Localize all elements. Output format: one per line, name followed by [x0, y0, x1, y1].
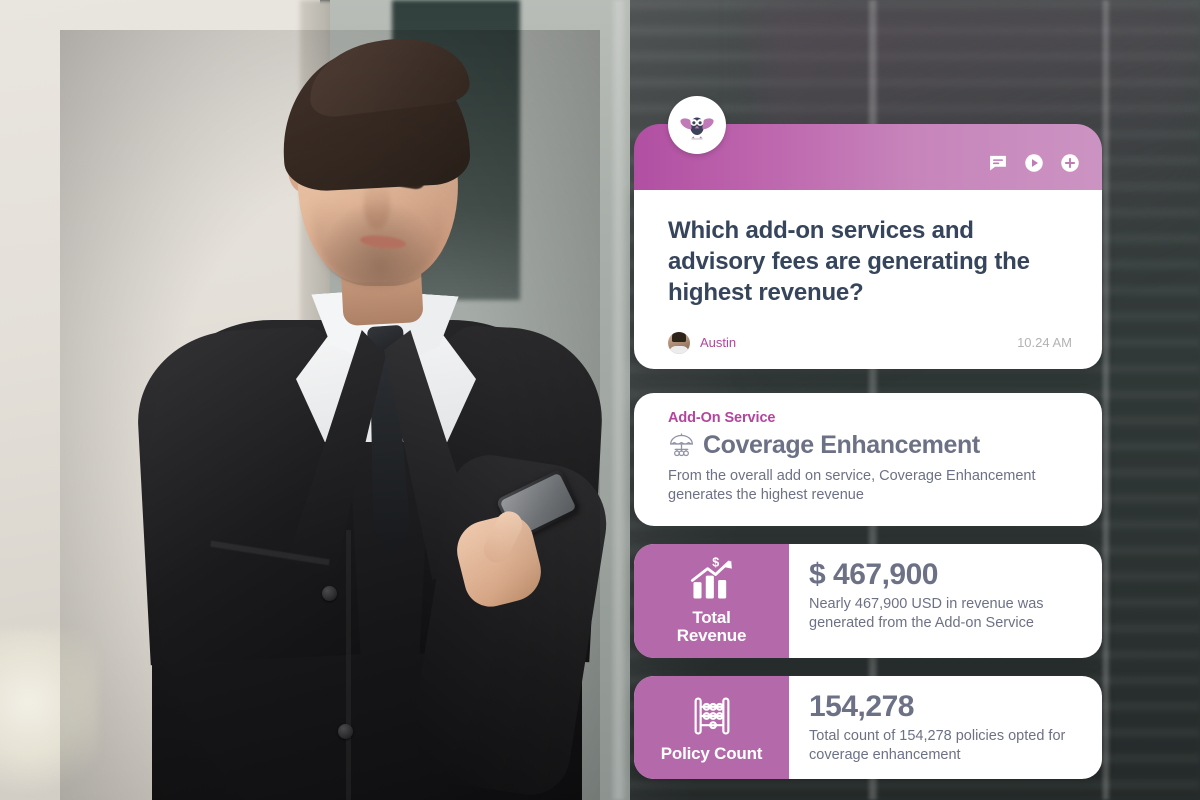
window-mullion — [1102, 0, 1110, 800]
question-user-name: Austin — [700, 335, 737, 351]
abacus-icon — [685, 692, 739, 740]
owl-mascot-icon — [668, 96, 726, 154]
stat-value-total-revenue: $ 467,900 — [809, 557, 938, 591]
nose — [364, 182, 390, 230]
stat-side-policy-count: Policy Count — [634, 676, 789, 780]
question-card: Which add-on services and advisory fees … — [634, 189, 1102, 369]
question-timestamp: 10.24 AM — [1017, 335, 1072, 351]
insight-category-label: Add-On Service — [668, 409, 776, 426]
panel-header — [634, 96, 1102, 190]
stat-value-policy-count: 154,278 — [809, 690, 914, 724]
insight-panel: Which add-on services and advisory fees … — [634, 96, 1102, 780]
stat-card-total-revenue: $ Total Revenue $ 467,900 Nearly 467,900 … — [634, 543, 1102, 659]
stat-side-label-total-revenue: Total Revenue — [676, 607, 747, 646]
stat-body-total-revenue: $ 467,900 Nearly 467,900 USD in revenue … — [789, 544, 1102, 658]
bar-chart-growth-dollar-icon: $ — [685, 556, 739, 604]
stat-side-label-policy-count: Policy Count — [660, 743, 763, 763]
stat-body-policy-count: 154,278 Total count of 154,278 policies … — [789, 676, 1102, 779]
umbrella-coverage-icon — [668, 432, 695, 459]
window-mullion — [612, 0, 626, 800]
suit-button — [338, 724, 353, 739]
insight-description: From the overall add on service, Coverag… — [668, 467, 1036, 504]
suit-placket — [346, 530, 351, 800]
insight-title-row: Coverage Enhancement — [668, 431, 1072, 460]
stat-card-policy-count: Policy Count 154,278 Total count of 154,… — [634, 676, 1102, 780]
stat-side-total-revenue: $ Total Revenue — [634, 543, 789, 659]
stat-description-policy-count: Total count of 154,278 policies opted fo… — [809, 728, 1066, 764]
svg-text:$: $ — [712, 556, 719, 569]
suit-button — [322, 586, 337, 601]
insight-title-text: Coverage Enhancement — [703, 430, 980, 459]
businessman-photo-subject — [60, 30, 615, 800]
user-avatar — [668, 331, 690, 354]
question-text: Which add-on services and advisory fees … — [668, 217, 1030, 307]
question-meta: Austin 10.24 AM — [668, 331, 1072, 355]
insight-summary-card: Add-On Service Coverage Enhancement From… — [634, 392, 1102, 526]
chat-icon[interactable] — [988, 153, 1008, 173]
add-icon[interactable] — [1060, 153, 1080, 173]
panel-header-actions — [988, 124, 1080, 190]
play-icon[interactable] — [1024, 153, 1044, 173]
stat-description-total-revenue: Nearly 467,900 USD in revenue was genera… — [809, 595, 1044, 631]
